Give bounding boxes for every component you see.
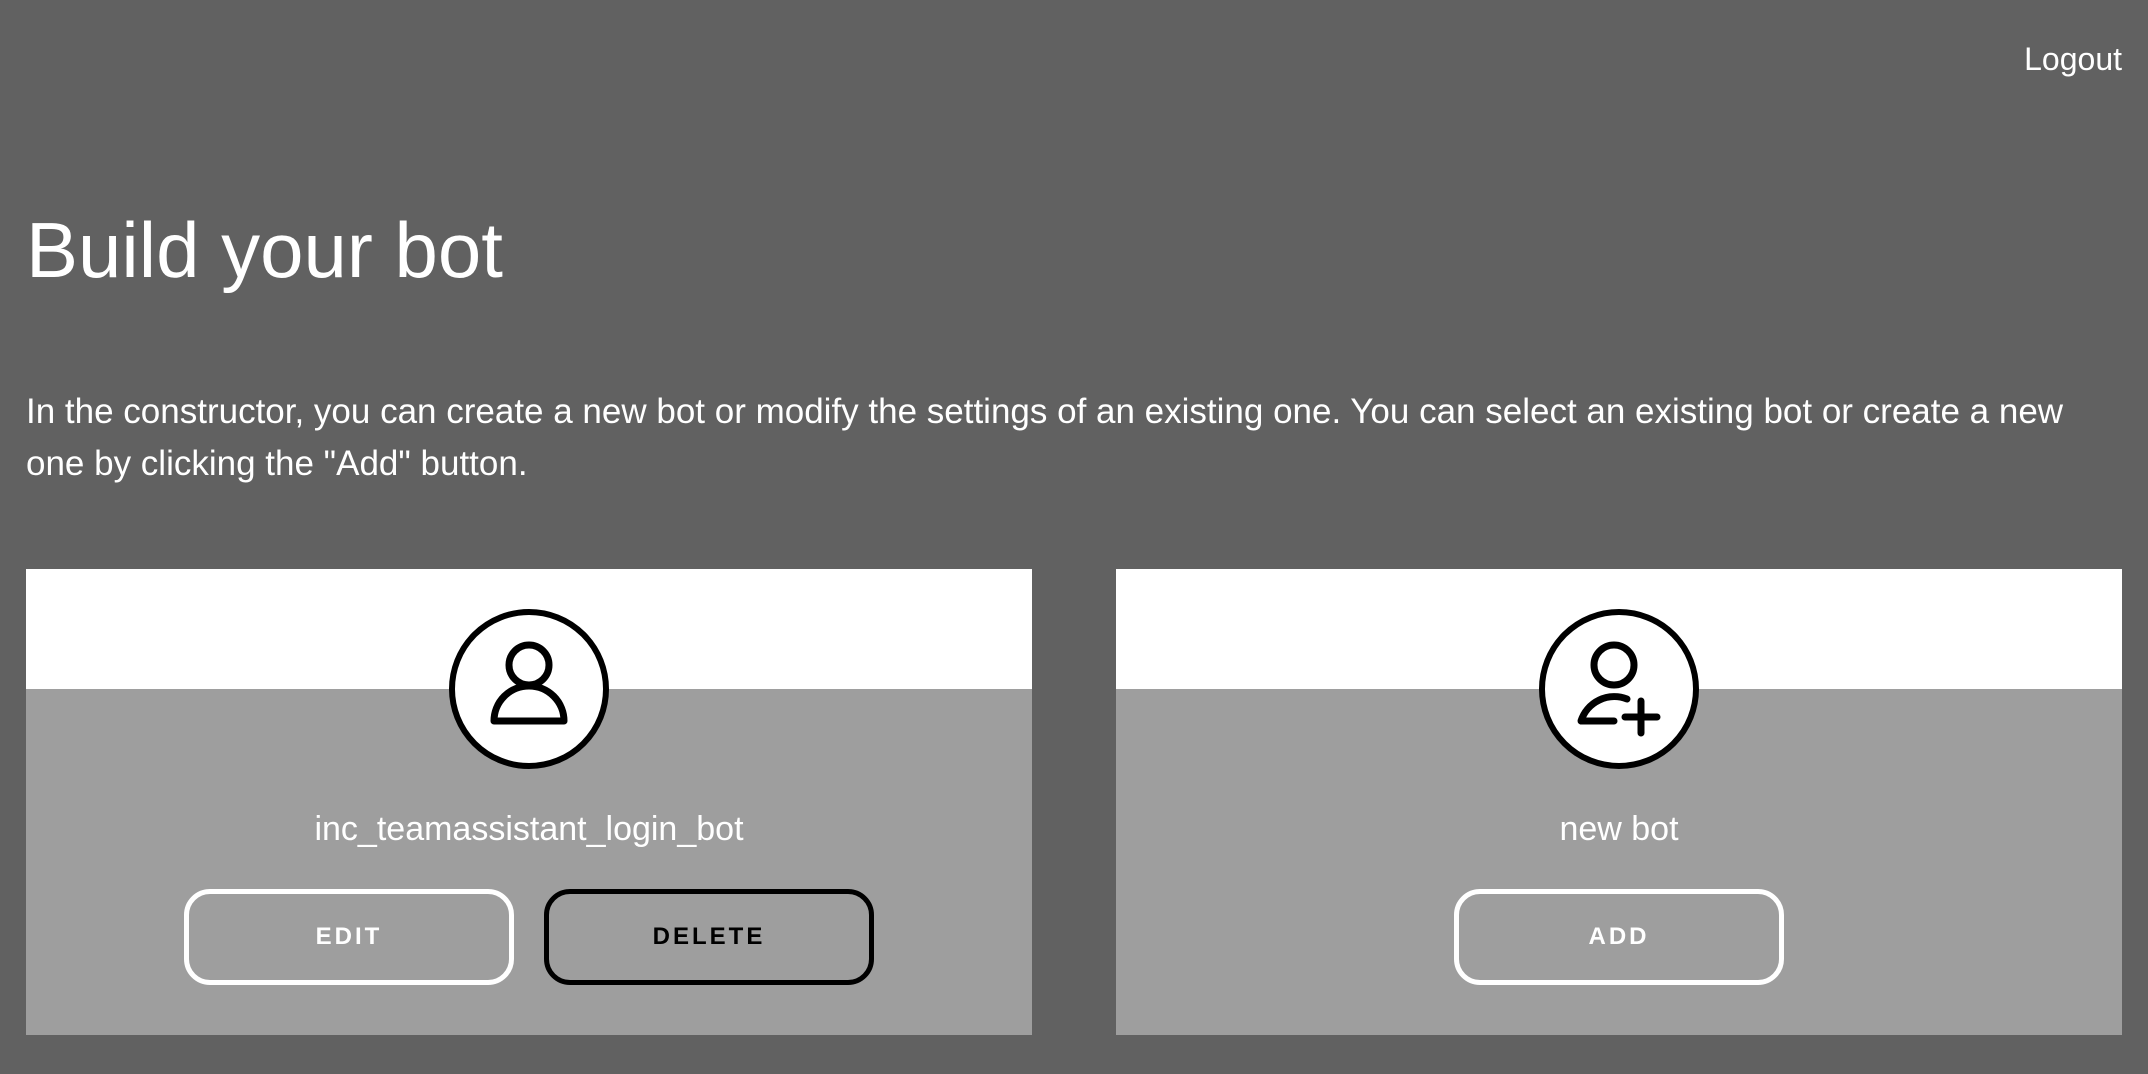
new-bot-card[interactable]: new bot ADD	[1116, 569, 2122, 1035]
user-add-icon	[1577, 641, 1661, 737]
page-description: In the constructor, you can create a new…	[26, 392, 2064, 483]
page: Logout Build your bot In the constructor…	[0, 0, 2148, 1074]
delete-button[interactable]: DELETE	[544, 889, 874, 985]
edit-button[interactable]: EDIT	[184, 889, 514, 985]
bot-card[interactable]: inc_teamassistant_login_bot EDIT DELETE	[26, 569, 1032, 1035]
bot-avatar	[449, 609, 609, 769]
new-bot-avatar	[1539, 609, 1699, 769]
user-icon	[490, 641, 568, 725]
add-button[interactable]: ADD	[1454, 889, 1784, 985]
page-title: Build your bot	[26, 206, 503, 294]
bot-name: inc_teamassistant_login_bot	[314, 810, 744, 848]
new-bot-name: new bot	[1559, 810, 1679, 848]
logout-link[interactable]: Logout	[2024, 40, 2122, 78]
